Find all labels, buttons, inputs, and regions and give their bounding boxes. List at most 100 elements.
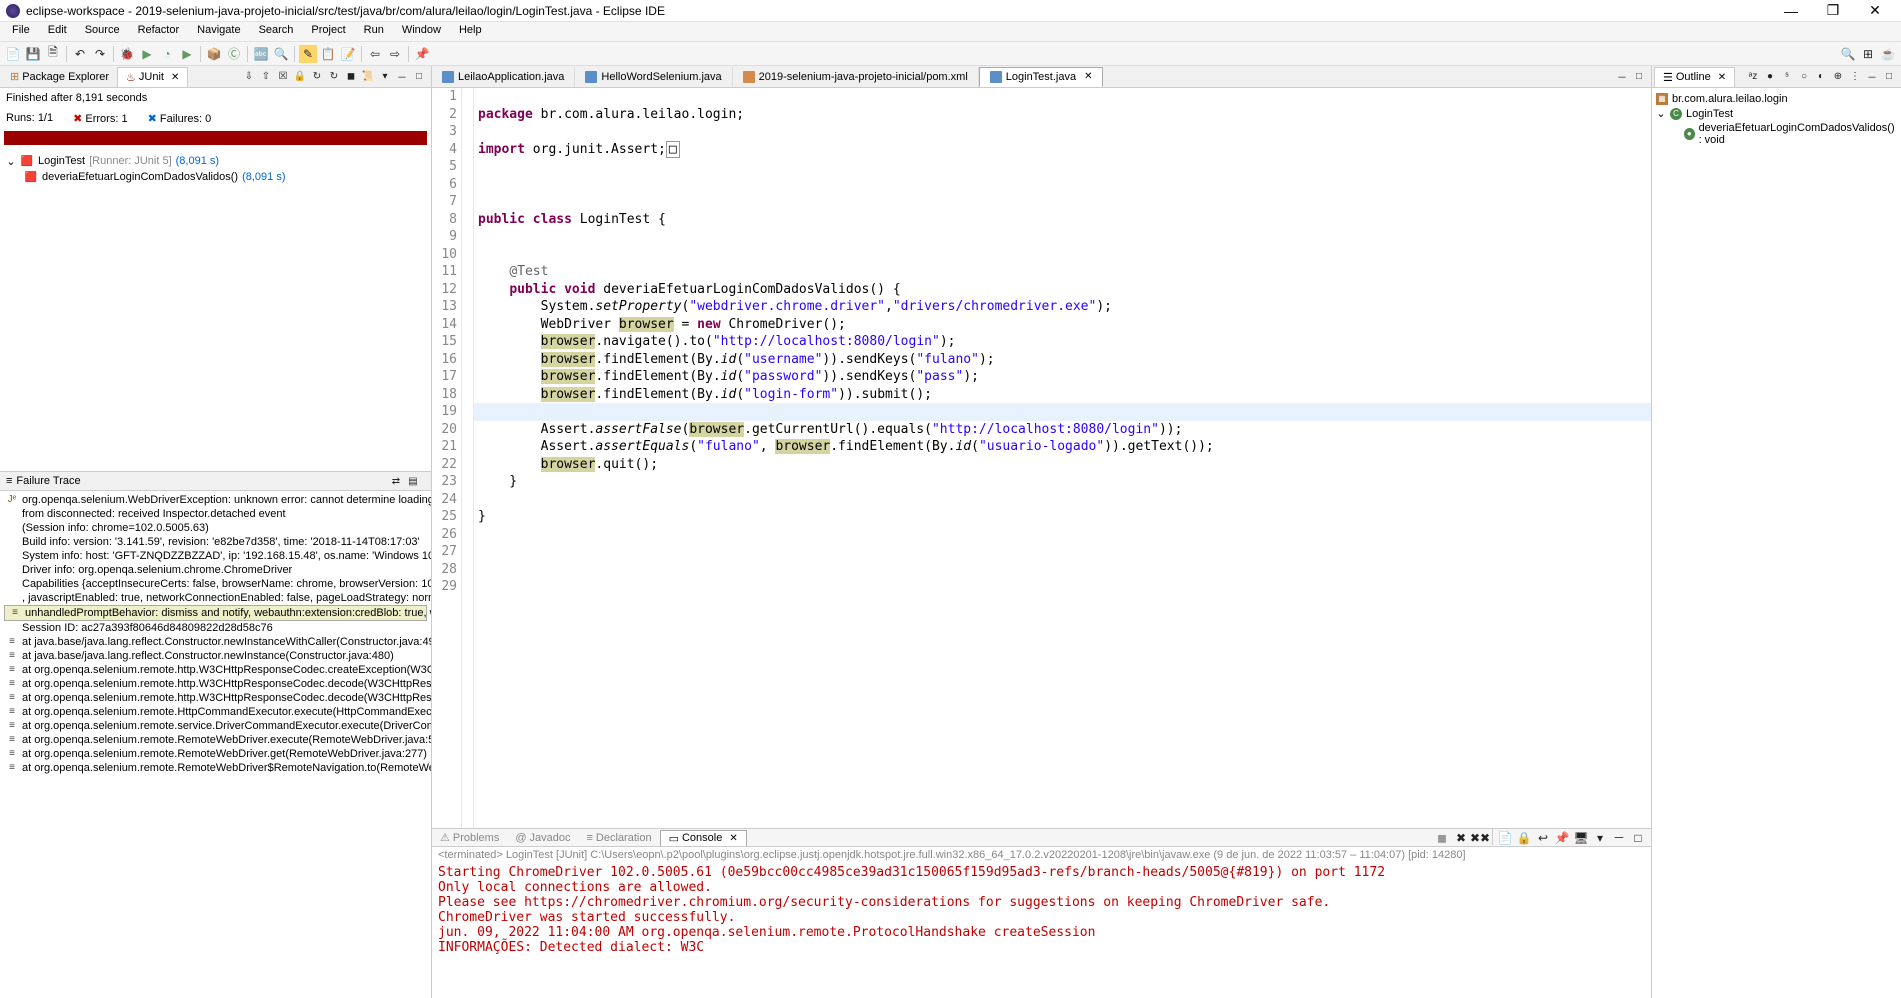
rerun-failed-icon[interactable]: ↻	[326, 69, 342, 85]
stack-trace-line[interactable]: ≡at org.openqa.selenium.remote.http.W3CH…	[4, 691, 427, 705]
close-button[interactable]: ✕	[1855, 1, 1895, 21]
stack-trace-line[interactable]: ≡at org.openqa.selenium.remote.RemoteWeb…	[4, 733, 427, 747]
quick-access-icon[interactable]: 🔍	[1839, 45, 1857, 63]
stack-trace-line[interactable]: ≡at org.openqa.selenium.remote.RemoteWeb…	[4, 761, 427, 775]
pin-icon[interactable]: 📌	[413, 45, 431, 63]
editor-tab[interactable]: LeilaoApplication.java	[432, 67, 575, 87]
forward-icon[interactable]: ⇨	[386, 45, 404, 63]
minimize-view-icon[interactable]: －	[1864, 69, 1880, 85]
scroll-lock-console-icon[interactable]: 🔒	[1515, 829, 1533, 847]
next-failure-icon[interactable]: ⇩	[241, 69, 257, 85]
collapse-icon[interactable]: ⌄	[1656, 107, 1666, 120]
task-icon[interactable]: 📝	[339, 45, 357, 63]
new-package-icon[interactable]: 📦	[205, 45, 223, 63]
console-tab-console[interactable]: ▭Console✕	[660, 830, 747, 846]
minimize-view-icon[interactable]: －	[394, 69, 410, 85]
tab-junit[interactable]: ♨ JUnit ✕	[117, 67, 188, 87]
java-perspective-icon[interactable]: ☕	[1879, 45, 1897, 63]
menu-source[interactable]: Source	[77, 22, 128, 41]
stack-trace-line[interactable]: Capabilities {acceptInsecureCerts: false…	[4, 577, 427, 591]
clear-console-icon[interactable]: 📄	[1496, 829, 1514, 847]
console-tab-javadoc[interactable]: @Javadoc	[507, 830, 578, 846]
terminate-icon[interactable]: ◼	[1433, 829, 1451, 847]
debug-icon[interactable]: 🐞	[118, 45, 136, 63]
menu-project[interactable]: Project	[303, 22, 353, 41]
stack-trace-line[interactable]: ≡at org.openqa.selenium.remote.http.W3CH…	[4, 663, 427, 677]
hide-static-icon[interactable]: ˢ	[1779, 69, 1795, 85]
stop-icon[interactable]: ◼	[343, 69, 359, 85]
stack-trace-line[interactable]: ≡at java.base/java.lang.reflect.Construc…	[4, 649, 427, 663]
collapse-icon[interactable]: ⌄	[6, 155, 16, 168]
menu-run[interactable]: Run	[356, 22, 392, 41]
console-tab-problems[interactable]: ⚠Problems	[432, 830, 507, 846]
close-tab-icon[interactable]: ✕	[729, 833, 737, 844]
outline-class[interactable]: ⌄ C LoginTest	[1656, 106, 1897, 121]
maximize-editor-icon[interactable]: □	[1631, 69, 1647, 85]
hide-local-icon[interactable]: ◐	[1813, 69, 1829, 85]
menu-help[interactable]: Help	[451, 22, 490, 41]
search-icon[interactable]: 🔍	[272, 45, 290, 63]
outline-tree[interactable]: ▦ br.com.alura.leilao.login ⌄ C LoginTes…	[1652, 88, 1901, 998]
maximize-button[interactable]: ❐	[1813, 1, 1853, 21]
show-failures-icon[interactable]: ☒	[275, 69, 291, 85]
menu-refactor[interactable]: Refactor	[130, 22, 188, 41]
test-method-node[interactable]: 🟥 deveriaEfetuarLoginComDadosValidos() (…	[6, 169, 425, 185]
coverage-icon[interactable]: ◔	[158, 45, 176, 63]
stack-trace-line[interactable]: ≡at org.openqa.selenium.remote.HttpComma…	[4, 705, 427, 719]
view-menu-icon[interactable]: ⋮	[1847, 69, 1863, 85]
display-console-icon[interactable]: 🖥	[1572, 829, 1590, 847]
new-icon[interactable]: 📄	[4, 45, 22, 63]
menu-window[interactable]: Window	[394, 22, 449, 41]
open-perspective-icon[interactable]: ⊞	[1859, 45, 1877, 63]
stack-trace-line[interactable]: , javascriptEnabled: true, networkConnec…	[4, 591, 427, 605]
remove-launch-icon[interactable]: ✖	[1452, 829, 1470, 847]
pin-console-icon[interactable]: 📌	[1553, 829, 1571, 847]
minimize-button[interactable]: —	[1771, 1, 1811, 21]
maximize-view-icon[interactable]: □	[411, 69, 427, 85]
back-icon[interactable]: ⇦	[366, 45, 384, 63]
run-icon[interactable]: ▶	[138, 45, 156, 63]
save-icon[interactable]: 💾	[24, 45, 42, 63]
menu-file[interactable]: File	[4, 22, 38, 41]
filter-icon[interactable]: ▤	[405, 473, 421, 489]
run-last-icon[interactable]: ▶	[178, 45, 196, 63]
menu-navigate[interactable]: Navigate	[189, 22, 248, 41]
stack-trace-line[interactable]: Driver info: org.openqa.selenium.chrome.…	[4, 563, 427, 577]
failure-trace-list[interactable]: Jᵉorg.openqa.selenium.WebDriverException…	[0, 491, 431, 998]
focus-icon[interactable]: ⊕	[1830, 69, 1846, 85]
stack-trace-line[interactable]: Session ID: ac27a393f80646d84809822d28d5…	[4, 621, 427, 635]
stack-trace-line[interactable]: System info: host: 'GFT-ZNQDZZBZZAD', ip…	[4, 549, 427, 563]
stack-trace-line[interactable]: (Session info: chrome=102.0.5005.63)	[4, 521, 427, 535]
stack-trace-line[interactable]: ≡at org.openqa.selenium.remote.service.D…	[4, 719, 427, 733]
menu-search[interactable]: Search	[251, 22, 302, 41]
undo-icon[interactable]: ↶	[71, 45, 89, 63]
word-wrap-icon[interactable]: ↩	[1534, 829, 1552, 847]
code-editor[interactable]: 1 2 3 4 5 6 7 8 9 10 11 12 13 14 15 16 1…	[432, 88, 1651, 828]
test-class-node[interactable]: ⌄ 🟥 LoginTest [Runner: JUnit 5] (8,091 s…	[6, 153, 425, 169]
new-class-icon[interactable]: Ⓒ	[225, 45, 243, 63]
remove-all-icon[interactable]: ✖✖	[1471, 829, 1489, 847]
close-tab-icon[interactable]: ✕	[171, 72, 179, 83]
scroll-lock-icon[interactable]: 🔒	[292, 69, 308, 85]
open-console-icon[interactable]: ▾	[1591, 829, 1609, 847]
outline-method[interactable]: ● deveriaEfetuarLoginComDadosValidos() :…	[1656, 121, 1897, 147]
minimize-editor-icon[interactable]: －	[1614, 69, 1630, 85]
open-type-icon[interactable]: 🔤	[252, 45, 270, 63]
rerun-test-icon[interactable]: ↻	[309, 69, 325, 85]
menu-edit[interactable]: Edit	[40, 22, 75, 41]
junit-test-tree[interactable]: ⌄ 🟥 LoginTest [Runner: JUnit 5] (8,091 s…	[0, 151, 431, 471]
redo-icon[interactable]: ↷	[91, 45, 109, 63]
save-all-icon[interactable]: 🗎	[44, 45, 62, 63]
outline-package[interactable]: ▦ br.com.alura.leilao.login	[1656, 92, 1897, 106]
minimize-console-icon[interactable]: －	[1610, 829, 1628, 847]
stack-trace-line[interactable]: Build info: version: '3.141.59', revisio…	[4, 535, 427, 549]
hide-fields-icon[interactable]: ●	[1762, 69, 1778, 85]
stack-trace-line[interactable]: ≡at java.base/java.lang.reflect.Construc…	[4, 635, 427, 649]
sort-icon[interactable]: ᵃz	[1745, 69, 1761, 85]
maximize-console-icon[interactable]: □	[1629, 829, 1647, 847]
history-icon[interactable]: 📜	[360, 69, 376, 85]
code-content[interactable]: package br.com.alura.leilao.login; impor…	[474, 88, 1651, 828]
compare-icon[interactable]: ⇄	[388, 473, 404, 489]
console-output[interactable]: Starting ChromeDriver 102.0.5005.61 (0e5…	[432, 863, 1651, 998]
stack-trace-line[interactable]: ≡at org.openqa.selenium.remote.RemoteWeb…	[4, 747, 427, 761]
